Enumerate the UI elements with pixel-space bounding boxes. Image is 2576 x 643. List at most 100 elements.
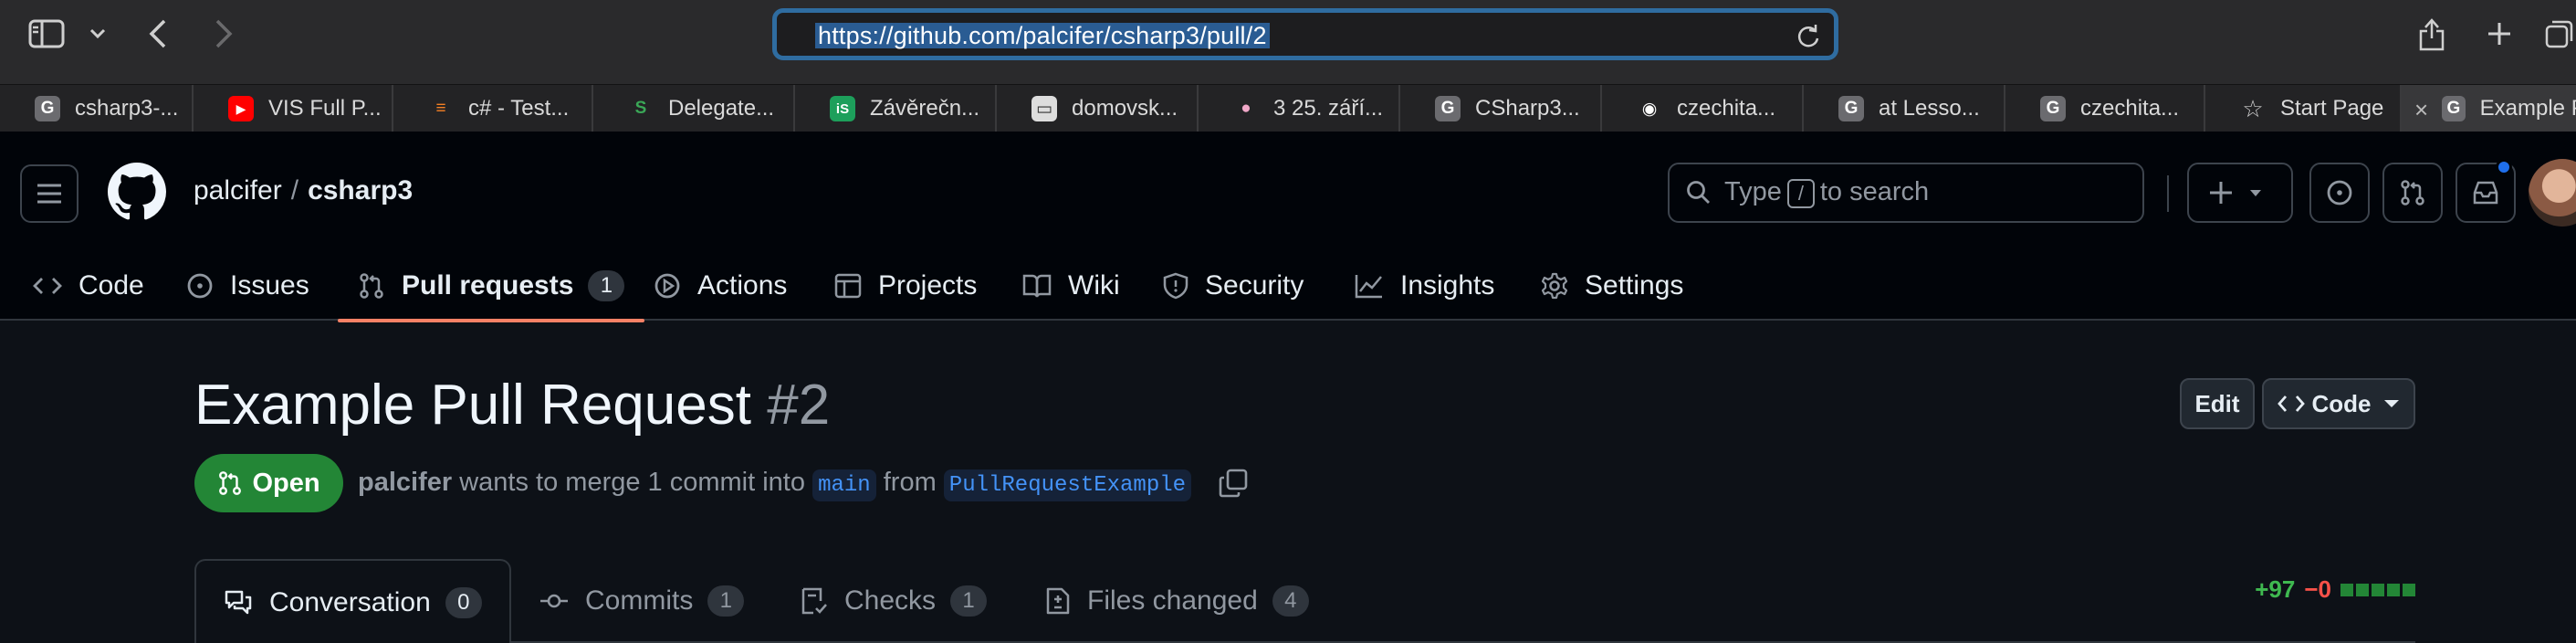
address-bar[interactable]: https://github.com/palcifer/csharp3/pull… <box>772 8 1838 60</box>
breadcrumb-repo[interactable]: csharp3 <box>308 175 413 206</box>
tab-pull-requests-label: Pull requests <box>402 269 574 300</box>
tab-pull-requests[interactable]: Pull requests 1 <box>337 250 645 322</box>
tab-overview-icon[interactable] <box>2543 13 2576 55</box>
checks-count-badge: 1 <box>950 585 988 617</box>
git-pull-request-icon <box>360 272 383 299</box>
book-icon <box>1022 274 1052 298</box>
browser-tab[interactable]: Gat Lesso... <box>1804 85 2005 132</box>
browser-tab[interactable]: S Delegate... <box>593 85 795 132</box>
browser-tab[interactable]: Gczechita... <box>2005 85 2205 132</box>
browser-tab[interactable]: ◉ czechita... <box>1602 85 1804 132</box>
browser-tab[interactable]: iS Závěrečn... <box>795 85 997 132</box>
head-branch-link[interactable]: PullRequestExample <box>943 469 1192 501</box>
hamburger-menu-button[interactable] <box>20 164 79 223</box>
favicon-icon: G <box>35 96 60 121</box>
chevron-down-icon[interactable] <box>84 13 111 55</box>
tab-security-label: Security <box>1205 269 1304 300</box>
search-icon <box>1687 181 1710 204</box>
browser-tab[interactable]: ≡ c# - Test... <box>393 85 593 132</box>
search-input[interactable]: Type / to search <box>1668 163 2144 223</box>
tab-checks-label: Checks <box>844 585 937 616</box>
tab-settings[interactable]: Settings <box>1541 250 1683 321</box>
tab-wiki[interactable]: Wiki <box>1022 250 1120 321</box>
tab-label: czechita... <box>2080 96 2180 121</box>
status-label: Open <box>252 468 320 498</box>
browser-tab[interactable]: ▶ VIS Full P... <box>194 85 393 132</box>
pull-requests-button[interactable] <box>2382 163 2443 223</box>
back-icon[interactable] <box>144 13 172 55</box>
edit-button-label: Edit <box>2194 389 2240 417</box>
url-text[interactable]: https://github.com/palcifer/csharp3/pull… <box>815 23 1270 48</box>
merge-text: wants to merge 1 commit into <box>459 468 805 497</box>
browser-tab[interactable]: G CSharp3... <box>1400 85 1602 132</box>
commits-count-badge: 1 <box>707 585 745 617</box>
pr-title-text: Example Pull Request <box>194 374 751 437</box>
pull-requests-count-badge: 1 <box>588 269 625 301</box>
tab-conversation-label: Conversation <box>269 587 431 617</box>
stackoverflow-icon: ≡ <box>435 99 446 118</box>
pr-meta: palcifer wants to merge 1 commit into ma… <box>358 468 1192 501</box>
sidebar-toggle-icon[interactable] <box>24 13 69 55</box>
tab-label: Example P <box>2479 96 2576 121</box>
base-branch-link[interactable]: main <box>812 469 876 501</box>
tab-label: Závěrečn... <box>870 96 980 121</box>
issues-button[interactable] <box>2309 163 2370 223</box>
tab-conversation[interactable]: Conversation 0 <box>194 559 511 643</box>
tab-issues[interactable]: Issues <box>186 250 309 321</box>
share-icon[interactable] <box>2414 13 2450 55</box>
pr-tabs: Conversation 0 Commits 1 Checks 1 Files … <box>194 559 2415 643</box>
github-logo-icon[interactable] <box>108 163 166 226</box>
plus-icon <box>2210 182 2232 204</box>
breadcrumb-owner[interactable]: palcifer <box>194 175 282 206</box>
favicon-icon: G <box>2442 96 2466 121</box>
forward-icon[interactable] <box>210 13 237 55</box>
git-pull-request-icon <box>2401 180 2424 206</box>
tab-issues-label: Issues <box>230 269 309 300</box>
caret-down-icon <box>2383 400 2399 407</box>
tab-label: 3 25. září... <box>1273 96 1384 121</box>
reload-icon[interactable] <box>1796 24 1821 54</box>
browser-tab[interactable]: ☆ Start Page <box>2205 85 2402 132</box>
tab-security[interactable]: Security <box>1163 250 1304 321</box>
tab-files-changed[interactable]: Files changed 4 <box>1045 559 1309 643</box>
edit-button[interactable]: Edit <box>2180 378 2255 429</box>
menu-icon <box>37 184 61 204</box>
close-tab-icon[interactable]: × <box>2414 96 2428 124</box>
tab-code[interactable]: Code <box>33 250 144 321</box>
favicon-icon: iS <box>830 96 855 121</box>
favicon-icon: S <box>634 99 647 118</box>
table-icon <box>834 273 862 298</box>
code-dropdown-button[interactable]: Code <box>2262 378 2415 429</box>
tab-wiki-label: Wiki <box>1068 269 1120 300</box>
additions-count: +97 <box>2255 575 2296 603</box>
search-shortcut-key: / <box>1786 178 1815 208</box>
gear-icon <box>1541 272 1568 299</box>
tab-checks[interactable]: Checks 1 <box>801 559 988 643</box>
tab-projects[interactable]: Projects <box>834 250 977 321</box>
browser-tab[interactable]: Gcsharp3-... <box>0 85 194 132</box>
tab-commits-label: Commits <box>585 585 694 616</box>
github-header: palcifer / csharp3 Type / to search Code Iss… <box>0 132 2576 322</box>
git-pull-request-icon <box>219 471 242 495</box>
browser-tab[interactable]: ▭ domovsk... <box>997 85 1199 132</box>
page-title: Example Pull Request #2 <box>194 369 830 442</box>
tab-commits[interactable]: Commits 1 <box>539 559 745 643</box>
avatar[interactable] <box>2529 159 2576 227</box>
pr-author-link[interactable]: palcifer <box>358 468 452 497</box>
notification-indicator <box>2496 159 2512 175</box>
browser-toolbar: https://github.com/palcifer/csharp3/pull… <box>0 0 2576 84</box>
browser-tab-active[interactable]: × G Example P <box>2402 85 2576 132</box>
breadcrumb-separator: / <box>290 175 299 206</box>
comment-discussion-icon <box>225 590 252 615</box>
copy-icon[interactable] <box>1218 468 1249 503</box>
status-badge: Open <box>194 454 343 512</box>
tab-label: c# - Test... <box>468 96 570 121</box>
browser-tab[interactable]: ● 3 25. září... <box>1199 85 1400 132</box>
create-new-button[interactable] <box>2187 163 2293 223</box>
new-tab-icon[interactable] <box>2481 13 2518 55</box>
tab-actions[interactable]: Actions <box>654 250 787 321</box>
tab-insights-label: Insights <box>1400 269 1495 300</box>
tab-insights[interactable]: Insights <box>1355 250 1494 321</box>
tab-label: Start Page <box>2280 96 2384 121</box>
favicon-icon: G <box>1435 96 1461 121</box>
